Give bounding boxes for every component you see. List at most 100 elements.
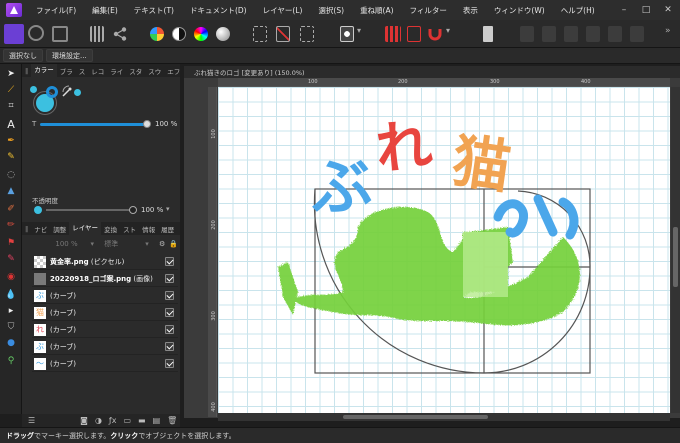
secondary-color-well[interactable] bbox=[46, 86, 58, 98]
mask-layer-icon[interactable]: ◙ bbox=[80, 416, 88, 425]
horizontal-ruler[interactable]: 100 200 300 400 bbox=[218, 78, 670, 87]
document-setup-icon[interactable] bbox=[90, 26, 104, 42]
layer-row[interactable]: 黄金率.png (ピクセル) bbox=[32, 254, 178, 270]
tab-brush[interactable]: ブラ bbox=[57, 66, 76, 76]
menu-arrange[interactable]: 重ね順(A) bbox=[352, 5, 401, 16]
tab-history[interactable]: 履歴 bbox=[158, 224, 177, 234]
opacity-slider-handle[interactable] bbox=[143, 120, 151, 128]
menu-window[interactable]: ウィンドウ(W) bbox=[486, 5, 553, 16]
layer-visibility-checkbox[interactable] bbox=[165, 257, 174, 266]
fx-icon[interactable]: ƒx bbox=[109, 416, 117, 425]
designer-persona-icon[interactable] bbox=[4, 24, 24, 44]
eyedropper-icon[interactable] bbox=[62, 87, 72, 97]
align-icon[interactable] bbox=[608, 26, 622, 42]
export-persona-icon[interactable] bbox=[52, 26, 68, 42]
move-tool-icon[interactable]: ➤ bbox=[3, 67, 19, 81]
layer-visibility-checkbox[interactable] bbox=[165, 291, 174, 300]
menu-text[interactable]: テキスト(T) bbox=[126, 5, 182, 16]
opacity2-chevron-icon[interactable]: ▾ bbox=[166, 205, 170, 213]
tab-record[interactable]: レコ bbox=[88, 66, 107, 76]
menu-view[interactable]: 表示 bbox=[455, 5, 486, 16]
document-canvas[interactable]: ぶ れ 猫 bbox=[218, 87, 670, 413]
opacity2-value[interactable]: 100 % bbox=[141, 206, 163, 214]
pixel-persona-icon[interactable] bbox=[28, 25, 44, 41]
node-tool-icon[interactable]: ⟋ bbox=[3, 83, 19, 97]
pen-tool-icon[interactable]: ✒ bbox=[3, 134, 19, 148]
edit-icon[interactable] bbox=[483, 26, 493, 42]
tab-swatch[interactable]: ス bbox=[76, 66, 89, 76]
vector-brush-icon[interactable]: ⚑ bbox=[3, 236, 19, 250]
vertical-scrollbar-thumb[interactable] bbox=[673, 227, 678, 287]
marquee-icon[interactable] bbox=[253, 26, 267, 42]
add-layer-icon[interactable]: ▤ bbox=[153, 416, 161, 425]
layer-visibility-checkbox[interactable] bbox=[165, 274, 174, 283]
menu-layer[interactable]: レイヤー(L) bbox=[255, 5, 311, 16]
brush-tool-icon[interactable]: ✐ bbox=[3, 202, 19, 216]
recent-color-swatch[interactable] bbox=[74, 89, 81, 96]
opacity2-slider-handle[interactable] bbox=[129, 206, 137, 214]
layer-row[interactable]: 20220918_ロゴ案.png (画像) bbox=[32, 271, 178, 287]
color-picker-icon[interactable] bbox=[150, 27, 164, 41]
arrange-front-icon[interactable] bbox=[520, 26, 534, 42]
mask-icon[interactable] bbox=[340, 26, 354, 42]
layer-settings-gear-icon[interactable]: ⚙ bbox=[159, 240, 165, 248]
close-icon[interactable]: ✕ bbox=[662, 4, 674, 16]
vertical-ruler[interactable]: 100 200 300 400 bbox=[208, 87, 217, 417]
text-tool-icon[interactable]: A bbox=[3, 117, 19, 131]
menu-help[interactable]: ヘルプ(H) bbox=[553, 5, 603, 16]
arrange-backward-icon[interactable] bbox=[586, 26, 600, 42]
levels-icon[interactable] bbox=[172, 27, 186, 41]
arrange-back-icon[interactable] bbox=[564, 26, 578, 42]
fill-tool-icon[interactable]: ▲ bbox=[3, 184, 19, 198]
layer-row[interactable]: ぶ (カーブ) bbox=[32, 339, 178, 355]
tab-transform[interactable]: 変換 bbox=[101, 224, 120, 234]
pencil-tool-icon[interactable]: ✎ bbox=[3, 150, 19, 164]
folder-icon[interactable]: ▬ bbox=[138, 416, 146, 425]
toolbar-overflow-icon[interactable]: » bbox=[665, 26, 675, 42]
arrange-forward-icon[interactable] bbox=[542, 26, 556, 42]
menu-select[interactable]: 選択(S) bbox=[310, 5, 352, 16]
menu-document[interactable]: ドキュメント(D) bbox=[182, 5, 255, 16]
preferences-button[interactable]: 環境設定... bbox=[46, 49, 93, 62]
menu-edit[interactable]: 編集(E) bbox=[84, 5, 126, 16]
chevron-down-icon[interactable]: ▾ bbox=[357, 26, 365, 42]
maximize-icon[interactable]: □ bbox=[640, 4, 652, 16]
paint-brush-icon[interactable]: ✏ bbox=[3, 218, 19, 232]
tab-effects[interactable]: エフ bbox=[164, 66, 183, 76]
layer-lock-icon[interactable]: 🔒 bbox=[169, 240, 178, 248]
ellipse-tool-icon[interactable]: ◌ bbox=[3, 168, 19, 182]
layer-stack-icon[interactable]: ☰ bbox=[28, 416, 35, 425]
document-tab[interactable]: ぶれ猫きのロゴ [変更あり] (150.0%) bbox=[184, 66, 680, 78]
layer-visibility-checkbox[interactable] bbox=[165, 308, 174, 317]
transparency-tool-icon[interactable]: 💧 bbox=[3, 288, 19, 302]
share-icon[interactable] bbox=[112, 26, 128, 42]
blend-mode-select[interactable]: 標準 bbox=[98, 239, 145, 249]
layer-visibility-checkbox[interactable] bbox=[165, 342, 174, 351]
snapping-bounds-icon[interactable] bbox=[407, 26, 421, 42]
layer-row[interactable]: 猫 (カーブ) bbox=[32, 305, 178, 321]
menu-filter[interactable]: フィルター bbox=[402, 5, 455, 16]
rectangle-tool-icon[interactable]: ▸ bbox=[3, 304, 19, 318]
opacity-value[interactable]: 100 % bbox=[155, 120, 177, 128]
tab-info[interactable]: 情報 bbox=[139, 224, 158, 234]
snapping-magnet-icon[interactable] bbox=[427, 26, 443, 42]
tab-library[interactable]: ライ bbox=[107, 66, 126, 76]
tab-adjustment[interactable]: 調整 bbox=[50, 224, 69, 234]
layer-visibility-checkbox[interactable] bbox=[165, 359, 174, 368]
snapping-grid-icon[interactable] bbox=[385, 26, 401, 42]
layer-row[interactable]: れ (カーブ) bbox=[32, 322, 178, 338]
hide-selection-icon[interactable] bbox=[276, 26, 290, 42]
flip-icon[interactable] bbox=[630, 26, 644, 42]
delete-layer-icon[interactable]: 🗑 bbox=[167, 416, 177, 425]
small-color-swatch[interactable] bbox=[30, 86, 37, 93]
opacity2-slider-track[interactable] bbox=[46, 209, 131, 211]
layer-opacity-field[interactable]: 100 % bbox=[55, 240, 90, 248]
layer-row[interactable]: ぶ (カーブ) bbox=[32, 288, 178, 304]
tab-layers[interactable]: レイヤー bbox=[69, 222, 102, 235]
adjustment-layer-icon[interactable]: ◑ bbox=[95, 416, 102, 425]
horizontal-scrollbar-thumb[interactable] bbox=[343, 415, 488, 419]
tab-swatches[interactable]: スウ bbox=[145, 66, 164, 76]
horizontal-scrollbar[interactable] bbox=[218, 413, 670, 421]
layer-row[interactable]: 〜 (カーブ) bbox=[32, 356, 178, 372]
erase-tool-icon[interactable]: ◉ bbox=[3, 270, 19, 284]
